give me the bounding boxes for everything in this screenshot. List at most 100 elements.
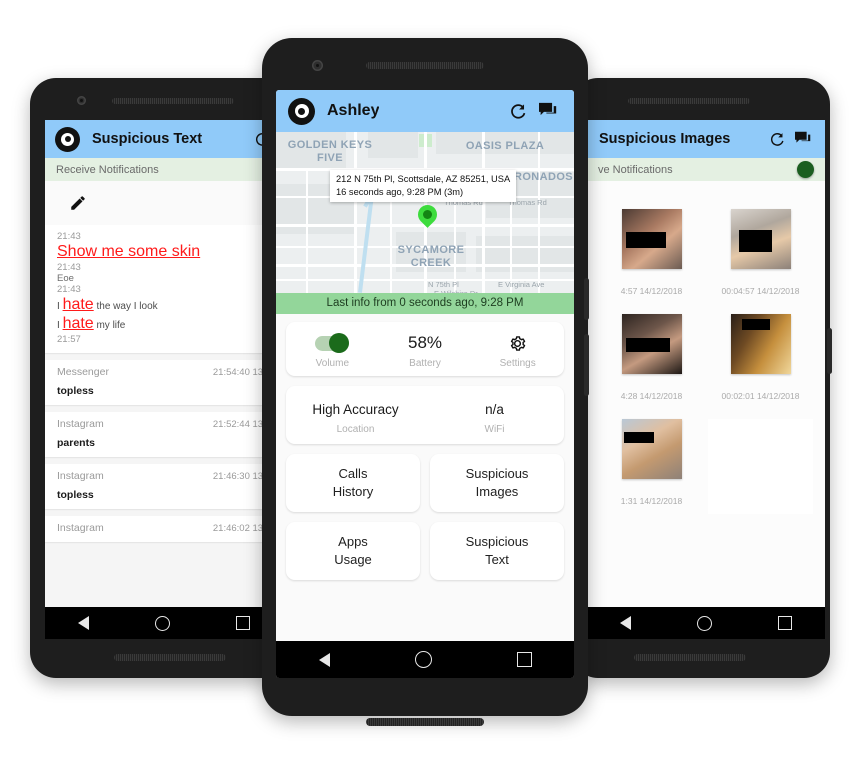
recents-icon[interactable] <box>236 616 250 630</box>
left-receive-notifications-label: Receive Notifications <box>56 163 159 176</box>
map-street-label: N 75th Pl <box>428 280 459 289</box>
button-line-1: Suspicious <box>465 466 529 481</box>
list-item[interactable]: Instagram 21:46:02 13/1 <box>45 516 283 542</box>
msg-keyword: topless <box>57 385 94 397</box>
msg-time: 21:43 <box>57 284 81 295</box>
censor-bar <box>741 319 770 330</box>
chat-bubbles-icon[interactable] <box>791 131 815 147</box>
front-camera-icon <box>77 96 86 105</box>
bubble-time: 16 seconds ago, 9:28 PM (3m) <box>336 186 464 197</box>
pencil-icon[interactable] <box>69 194 87 212</box>
right-image-grid[interactable]: 4:57 14/12/2018 00:04:57 14/12/2018 4:28… <box>587 181 825 639</box>
home-icon[interactable] <box>155 615 170 631</box>
list-item[interactable]: 1:31 14/12/2018 <box>597 419 706 531</box>
bottom-speaker <box>634 654 746 661</box>
feature-buttons-row-1: Calls History Suspicious Images <box>286 454 564 513</box>
calls-history-button[interactable]: Calls History <box>286 454 420 513</box>
eye-logo-icon <box>288 97 315 125</box>
button-line-2: Text <box>485 551 509 567</box>
refresh-icon[interactable] <box>502 102 534 121</box>
list-item[interactable]: 4:28 14/12/2018 <box>597 314 706 401</box>
status-card: Volume 58% Battery Settings <box>286 322 564 376</box>
map-street-label: E Virginia Ave <box>498 280 545 289</box>
apps-usage-button[interactable]: Apps Usage <box>286 522 420 581</box>
list-item[interactable]: Instagram 21:52:44 13/1 parents <box>45 412 283 457</box>
location-card: High Accuracy Location n/a WiFi <box>286 386 564 444</box>
suspicious-image-thumbnail[interactable] <box>621 419 682 479</box>
image-timestamp: 00:02:01 14/12/2018 <box>721 391 800 401</box>
home-icon[interactable] <box>697 615 712 631</box>
center-appbar-title: Ashley <box>327 102 380 119</box>
suspicious-image-thumbnail[interactable] <box>730 209 791 269</box>
suspicious-image-thumbnail[interactable] <box>730 314 791 374</box>
recents-icon[interactable] <box>778 616 792 630</box>
earpiece-speaker <box>628 98 750 104</box>
button-line-1: Suspicious <box>465 534 529 550</box>
msg-text-suffix: the way I look <box>93 301 158 312</box>
left-navbar <box>45 607 283 639</box>
power-button[interactable] <box>827 328 832 374</box>
receive-notifications-toggle[interactable] <box>784 161 814 178</box>
list-item[interactable]: Instagram 21:46:30 13/1 topless <box>45 464 283 509</box>
location-label: Location <box>336 424 375 435</box>
center-appbar: Ashley <box>276 90 574 132</box>
map-street-label: E Wilshire Dr <box>434 289 478 293</box>
dashboard-cards: Volume 58% Battery Settings High Accurac… <box>276 314 574 581</box>
right-appbar-actions <box>763 131 815 148</box>
list-item[interactable]: 4:57 14/12/2018 <box>597 209 706 296</box>
suspicious-image-thumbnail-empty[interactable] <box>708 419 813 514</box>
left-receive-notifications-row[interactable]: Receive Notifications <box>45 158 283 181</box>
volume-stat[interactable]: Volume <box>286 331 379 369</box>
volume-button[interactable] <box>584 334 589 396</box>
censor-bar <box>738 230 772 252</box>
back-icon[interactable] <box>78 616 89 630</box>
back-icon[interactable] <box>620 616 631 630</box>
flagged-word: hate <box>62 296 94 313</box>
volume-toggle[interactable] <box>315 333 350 353</box>
recents-icon[interactable] <box>516 652 532 667</box>
map-area-label: GOLDEN KEYS FIVE <box>287 139 373 164</box>
msg-text-suffix: my life <box>93 320 126 331</box>
wifi-stat: n/a WiFi <box>425 397 564 436</box>
settings-stat[interactable]: Settings <box>471 331 564 369</box>
back-icon[interactable] <box>318 652 330 667</box>
image-timestamp: 4:28 14/12/2018 <box>620 391 683 401</box>
center-phone-screen: Ashley GOLDEN KEYS FIVE OASIS PLAZA RONA… <box>276 90 574 678</box>
flagged-word: hate <box>62 315 94 332</box>
list-item[interactable]: 21:43 Show me some skin 21:43 Eoe 21:43 … <box>45 225 283 353</box>
msg-keyword: topless <box>57 489 94 501</box>
home-icon[interactable] <box>414 651 432 668</box>
battery-stat: 58% Battery <box>379 331 472 369</box>
button-line-2: Usage <box>334 551 372 567</box>
right-receive-notifications-label: ve Notifications <box>598 163 673 176</box>
last-info-banner: Last info from 0 seconds ago, 9:28 PM <box>276 293 574 314</box>
bottom-speaker <box>366 718 484 726</box>
list-item[interactable]: 00:04:57 14/12/2018 <box>706 209 815 296</box>
suspicious-images-button[interactable]: Suspicious Images <box>430 454 564 513</box>
right-appbar: Suspicious Images <box>587 120 825 158</box>
power-button[interactable] <box>584 278 589 320</box>
list-item[interactable] <box>706 419 815 531</box>
button-line-1: Calls <box>338 466 368 481</box>
refresh-icon[interactable] <box>763 131 791 148</box>
right-receive-notifications-row[interactable]: ve Notifications <box>587 158 825 181</box>
flagged-word: Show me some skin <box>57 243 201 260</box>
suspicious-text-button[interactable]: Suspicious Text <box>430 522 564 581</box>
msg-app-name: Instagram <box>57 522 104 534</box>
location-stat: High Accuracy Location <box>286 397 425 436</box>
chat-bubbles-icon[interactable] <box>534 102 562 120</box>
right-phone-device: Suspicious Images ve Notifications 4:57 … <box>572 78 832 678</box>
image-timestamp: 1:31 14/12/2018 <box>620 496 683 506</box>
gear-icon[interactable] <box>508 334 527 353</box>
edit-toolbar <box>45 181 283 225</box>
left-message-list[interactable]: 21:43 Show me some skin 21:43 Eoe 21:43 … <box>45 181 283 639</box>
list-item[interactable]: Messenger 21:54:40 13/1 topless <box>45 360 283 405</box>
screenshot-root: Suspicious Text Receive Notifications 21… <box>0 0 860 780</box>
location-map[interactable]: GOLDEN KEYS FIVE OASIS PLAZA RONADOS SYC… <box>276 132 574 293</box>
list-item[interactable]: 00:02:01 14/12/2018 <box>706 314 815 401</box>
bottom-speaker <box>114 654 226 661</box>
suspicious-image-thumbnail[interactable] <box>621 314 682 374</box>
volume-label: Volume <box>315 358 350 369</box>
censor-bar <box>623 432 654 443</box>
suspicious-image-thumbnail[interactable] <box>621 209 682 269</box>
